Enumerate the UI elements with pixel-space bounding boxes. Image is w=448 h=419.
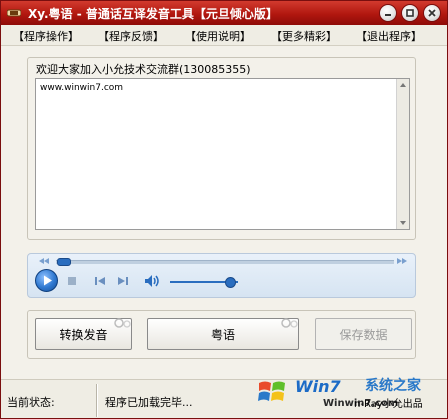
- seek-thumb[interactable]: [57, 258, 71, 266]
- language-button[interactable]: 粤语: [147, 318, 299, 350]
- group-label: 欢迎大家加入小允技术交流群(130085355): [34, 61, 253, 77]
- maximize-button[interactable]: [401, 4, 419, 22]
- text-input[interactable]: www.winwin7.com: [35, 78, 410, 230]
- minimize-button[interactable]: [379, 4, 397, 22]
- close-icon: [428, 9, 436, 17]
- previous-icon[interactable]: [94, 276, 106, 286]
- scroll-up-icon[interactable]: [397, 79, 409, 91]
- app-window: Xy.粤语 - 普通话互译发音工具【元旦倾心版】 【程序操作】 【程序反馈】 【…: [0, 0, 448, 419]
- minimize-icon: [385, 14, 391, 16]
- menu-bar: 【程序操作】 【程序反馈】 【使用说明】 【更多精彩】 【退出程序】: [1, 25, 447, 46]
- convert-button[interactable]: 转换发音: [35, 318, 132, 350]
- app-icon: [7, 9, 21, 17]
- text-input-content: www.winwin7.com: [40, 83, 124, 93]
- swirl-decoration-icon: [281, 318, 298, 328]
- menu-instructions[interactable]: 【使用说明】: [185, 28, 251, 44]
- scroll-down-icon[interactable]: [397, 217, 409, 229]
- watermark: Win7 系统之家 Winwin7.com: [255, 371, 447, 417]
- windows-logo-icon: [258, 381, 285, 401]
- volume-thumb[interactable]: [225, 277, 236, 288]
- media-player: [27, 253, 416, 298]
- swirl-decoration-icon: [114, 318, 131, 328]
- fast-forward-icon[interactable]: [396, 257, 408, 265]
- save-data-button[interactable]: 保存数据: [315, 318, 412, 350]
- menu-more[interactable]: 【更多精彩】: [271, 28, 337, 44]
- language-button-label: 粤语: [210, 327, 235, 342]
- play-icon: [44, 275, 52, 286]
- convert-button-label: 转换发音: [59, 327, 108, 342]
- volume-icon[interactable]: [144, 274, 162, 288]
- rewind-icon[interactable]: [38, 257, 50, 265]
- next-icon[interactable]: [117, 276, 129, 286]
- watermark-brand: Win7: [295, 377, 341, 396]
- save-data-button-label: 保存数据: [339, 327, 388, 342]
- watermark-cn: 系统之家: [365, 378, 421, 394]
- status-credit: n-Ray小允出品: [354, 399, 423, 410]
- window-title: Xy.粤语 - 普通话互译发音工具【元旦倾心版】: [28, 7, 278, 21]
- status-label: 当前状态:: [7, 396, 55, 409]
- play-button[interactable]: [35, 269, 58, 292]
- title-bar[interactable]: Xy.粤语 - 普通话互译发音工具【元旦倾心版】: [1, 1, 447, 25]
- menu-exit[interactable]: 【退出程序】: [356, 28, 422, 44]
- maximize-icon: [406, 9, 414, 17]
- menu-program-ops[interactable]: 【程序操作】: [13, 28, 79, 44]
- menu-feedback[interactable]: 【程序反馈】: [98, 28, 164, 44]
- seek-track[interactable]: [56, 260, 394, 264]
- status-divider: [96, 384, 98, 417]
- status-text: 程序已加载完毕...: [105, 396, 193, 409]
- close-button[interactable]: [423, 4, 441, 22]
- stop-icon[interactable]: [67, 276, 77, 286]
- text-scrollbar[interactable]: [396, 79, 409, 229]
